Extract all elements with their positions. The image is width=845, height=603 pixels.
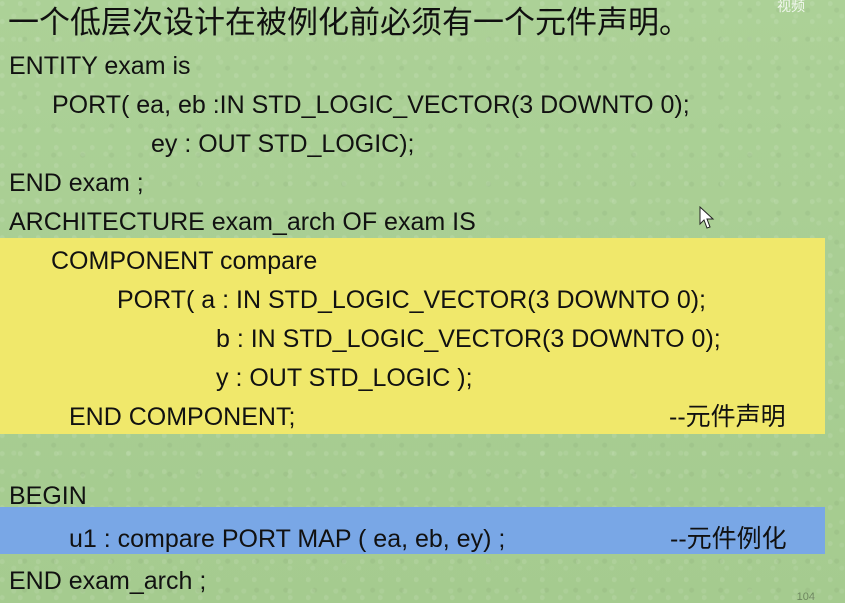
component-instantiation-comment: --元件例化 xyxy=(670,525,787,553)
code-line-component-port-b: b : IN STD_LOGIC_VECTOR(3 DOWNTO 0); xyxy=(216,325,721,353)
code-line-port-map: u1 : compare PORT MAP ( ea, eb, ey) ; xyxy=(69,525,506,553)
component-declaration-comment: --元件声明 xyxy=(669,403,786,431)
code-line-end-architecture: END exam_arch ; xyxy=(9,567,207,595)
page-number: 104 xyxy=(796,591,815,603)
mouse-pointer-icon xyxy=(699,206,715,229)
corner-watermark-text: 视频 xyxy=(777,0,805,14)
code-line-component: COMPONENT compare xyxy=(51,247,318,275)
code-line-port-output: ey : OUT STD_LOGIC); xyxy=(151,130,415,158)
code-line-end-entity: END exam ; xyxy=(9,169,144,197)
code-line-component-port-y: y : OUT STD_LOGIC ); xyxy=(216,364,473,392)
code-line-architecture: ARCHITECTURE exam_arch OF exam IS xyxy=(9,208,476,236)
slide: 一个低层次设计在被例化前必须有一个元件声明。 视频 ENTITY exam is… xyxy=(0,0,845,603)
code-line-component-port-a: PORT( a : IN STD_LOGIC_VECTOR(3 DOWNTO 0… xyxy=(117,286,706,314)
code-line-begin: BEGIN xyxy=(9,482,87,510)
slide-title: 一个低层次设计在被例化前必须有一个元件声明。 xyxy=(8,5,690,41)
code-line-port-inputs: PORT( ea, eb :IN STD_LOGIC_VECTOR(3 DOWN… xyxy=(52,91,690,119)
code-line-end-component: END COMPONENT; xyxy=(69,403,296,431)
code-line-entity: ENTITY exam is xyxy=(9,52,191,80)
